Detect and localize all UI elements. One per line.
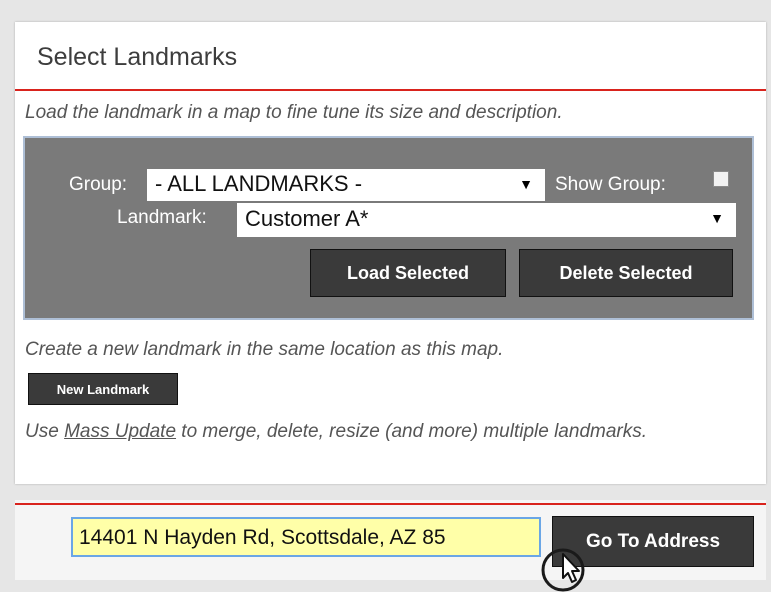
panel-title: Select Landmarks: [37, 43, 238, 71]
landmark-controls: Group: - ALL LANDMARKS - ▼ Show Group: L…: [23, 136, 754, 320]
mass-hint-suffix: to merge, delete, resize (and more) mult…: [176, 421, 648, 442]
address-input[interactable]: 14401 N Hayden Rd, Scottsdale, AZ 85: [71, 517, 541, 557]
show-group-checkbox[interactable]: [713, 171, 729, 187]
caret-down-icon: ▼: [519, 176, 533, 192]
mass-hint-prefix: Use: [25, 421, 65, 442]
landmark-select[interactable]: Customer A* ▼: [237, 203, 736, 237]
hand-pointer-cursor-icon: [541, 548, 585, 592]
address-divider: [15, 503, 766, 505]
load-selected-button[interactable]: Load Selected: [310, 249, 506, 297]
create-hint: Create a new landmark in the same locati…: [25, 339, 504, 360]
landmark-label: Landmark:: [117, 207, 207, 228]
caret-down-icon: ▼: [710, 210, 724, 226]
select-landmarks-panel: Select Landmarks Load the landmark in a …: [15, 22, 766, 484]
landmark-select-value: Customer A*: [245, 206, 369, 231]
group-select-value: - ALL LANDMARKS -: [155, 171, 363, 196]
load-hint: Load the landmark in a map to fine tune …: [25, 102, 563, 123]
new-landmark-button[interactable]: New Landmark: [28, 373, 178, 405]
group-label: Group:: [69, 174, 128, 195]
address-bar: 14401 N Hayden Rd, Scottsdale, AZ 85 Go …: [15, 500, 766, 580]
group-select[interactable]: - ALL LANDMARKS - ▼: [147, 169, 545, 201]
mass-update-link[interactable]: Mass Update: [64, 421, 176, 442]
title-divider: [15, 89, 766, 91]
delete-selected-button[interactable]: Delete Selected: [519, 249, 733, 297]
show-group-label: Show Group:: [555, 174, 666, 195]
mass-update-hint: Use Mass Update to merge, delete, resize…: [25, 419, 725, 445]
